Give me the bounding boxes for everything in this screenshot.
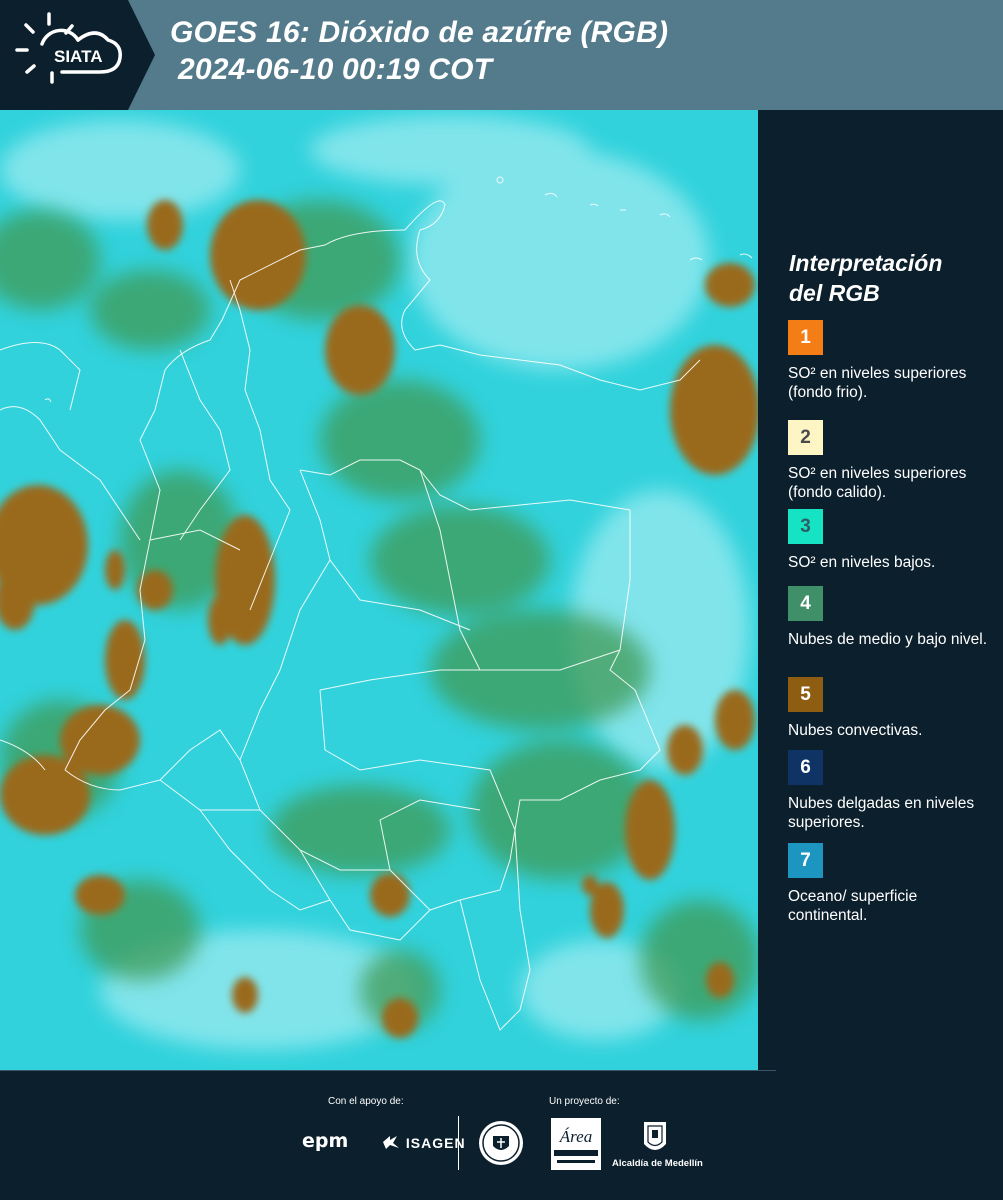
satellite-map[interactable] xyxy=(0,110,758,1070)
medellin-seal-icon[interactable] xyxy=(477,1118,525,1168)
alcaldia-label: Alcaldía de Medellín xyxy=(612,1158,703,1169)
isagen-mark-icon xyxy=(383,1136,399,1149)
header: SIATA GOES 16: Dióxido de azúfre (RGB) 2… xyxy=(0,0,1003,110)
project-label: Un proyecto de: xyxy=(549,1096,620,1107)
legend-swatch: 1 xyxy=(788,320,823,355)
epm-logo[interactable]: epm xyxy=(302,1130,348,1152)
siata-logo[interactable]: SIATA xyxy=(0,0,155,110)
legend-swatch: 2 xyxy=(788,420,823,455)
legend-title-line-2: del RGB xyxy=(789,280,880,306)
legend-swatch: 6 xyxy=(788,750,823,785)
legend-title-line-1: Interpretación xyxy=(789,250,943,276)
legend-title: Interpretación del RGB xyxy=(789,248,942,308)
legend-swatch: 5 xyxy=(788,677,823,712)
footer-divider xyxy=(0,1070,776,1071)
legend-swatch: 7 xyxy=(788,843,823,878)
legend-swatch: 4 xyxy=(788,586,823,621)
page-title: GOES 16: Dióxido de azúfre (RGB) 2024-06… xyxy=(170,14,668,88)
legend-swatch: 3 xyxy=(788,509,823,544)
legend-label: Oceano/ superficie continental. xyxy=(788,888,918,924)
isagen-logo[interactable]: ISAGEN xyxy=(381,1134,466,1151)
logo-text: SIATA xyxy=(54,47,102,66)
legend-label: Nubes delgadas en niveles superiores. xyxy=(788,795,975,831)
title-line-1: GOES 16: Dióxido de azúfre (RGB) xyxy=(170,16,669,49)
footer: Con el apoyo de: Un proyecto de: epm ISA… xyxy=(0,1070,1003,1200)
title-line-2: 2024-06-10 00:19 COT xyxy=(178,53,493,86)
legend-label: SO² en niveles superiores (fondo calido)… xyxy=(788,465,967,501)
alcaldia-crest-icon[interactable] xyxy=(642,1118,668,1156)
legend-item-6: 6 Nubes delgadas en niveles superiores. xyxy=(788,750,998,832)
legend-label: Nubes de medio y bajo nivel. xyxy=(788,631,988,648)
legend-item-1: 1 SO² en niveles superiores (fondo frio). xyxy=(788,320,998,402)
footer-separator xyxy=(458,1116,459,1170)
area-metropolitana-logo[interactable]: Área xyxy=(551,1118,601,1170)
area-logo-lettering: Área xyxy=(559,1127,592,1146)
legend-panel: Interpretación del RGB 1 SO² en niveles s… xyxy=(760,110,1003,1070)
support-label: Con el apoyo de: xyxy=(328,1096,404,1107)
legend-item-3: 3 SO² en niveles bajos. xyxy=(788,509,998,591)
legend-label: SO² en niveles superiores (fondo frio). xyxy=(788,365,967,401)
isagen-label: ISAGEN xyxy=(405,1135,466,1151)
legend-item-7: 7 Oceano/ superficie continental. xyxy=(788,843,998,925)
legend-item-4: 4 Nubes de medio y bajo nivel. xyxy=(788,586,998,668)
legend-item-5: 5 Nubes convectivas. xyxy=(788,677,998,759)
legend-item-2: 2 SO² en niveles superiores (fondo calido… xyxy=(788,420,998,502)
